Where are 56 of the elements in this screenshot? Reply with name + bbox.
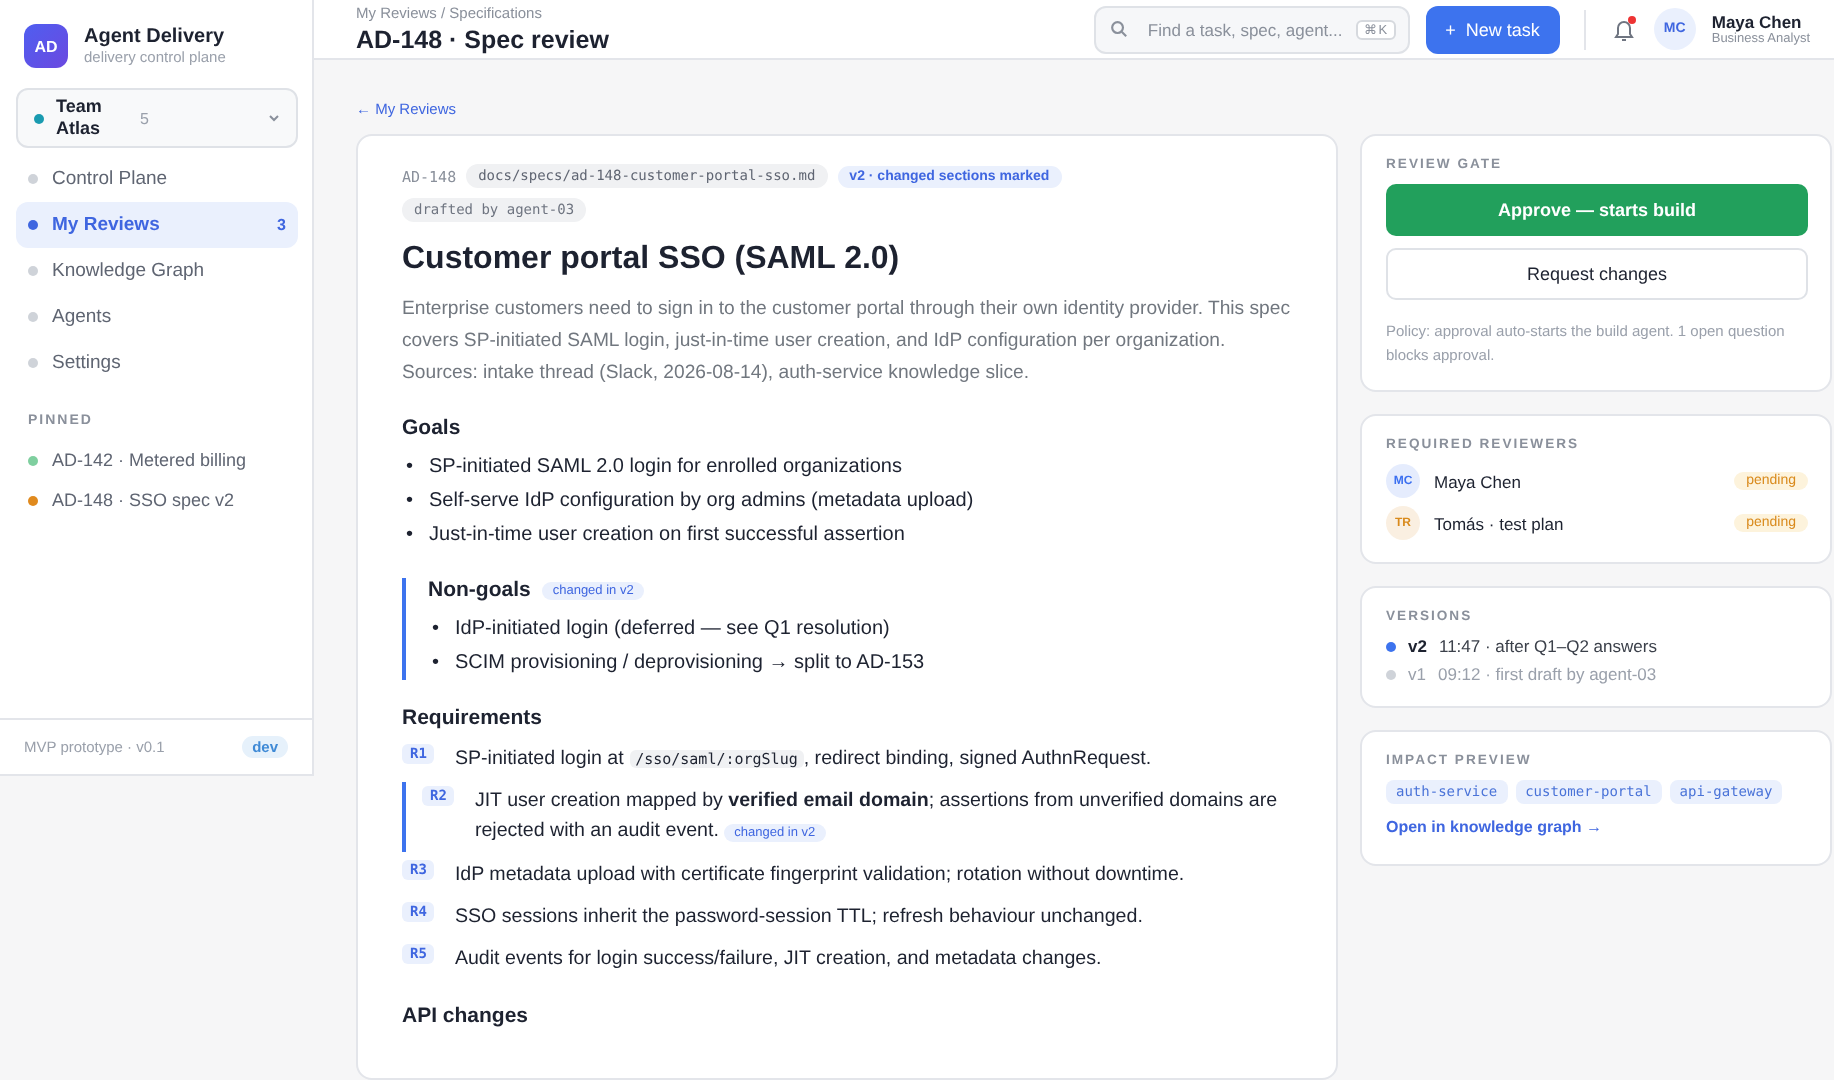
team-selector[interactable]: Team Atlas 5 <box>16 88 298 148</box>
bullet: • <box>432 616 440 644</box>
nav-item[interactable]: Control Plane <box>16 156 298 202</box>
bullet: • <box>406 522 414 550</box>
notifications-icon[interactable] <box>1609 15 1638 43</box>
requirement-text: IdP metadata upload with certificate fingerprint validation; rotation without downtime. <box>454 862 1185 890</box>
nav-label: Settings <box>52 352 121 374</box>
user-name: Maya Chen <box>1711 12 1804 32</box>
caret-icon <box>268 114 280 122</box>
pinned-item[interactable]: AD-142 · Metered billing <box>16 440 298 480</box>
nav-dot-icon <box>28 358 38 368</box>
approve-button[interactable]: Approve — starts build <box>1386 184 1808 236</box>
list-item: Just-in-time user creation on first successful assertion <box>429 522 905 550</box>
bullet: • <box>406 454 414 482</box>
nav-item[interactable]: Agents <box>16 294 298 340</box>
list-item: SP-initiated SAML 2.0 login for enrolled organizations <box>429 454 902 482</box>
list-item: Self-serve IdP configuration by org admins (metadata upload) <box>429 488 974 516</box>
spec-intro: Enterprise customers need to sign in to the customer portal through their own identity provider. This spec covers SP-initiated SAML login, just-in-time user creation, and IdP configuration per organization. Sources: intake thread (Slack, 2026-08-14), auth-service knowledge slice. <box>402 296 1292 388</box>
version-item[interactable]: v2 11:47 · after Q1–Q2 answers <box>1386 636 1808 656</box>
nav-label: My Reviews <box>52 214 160 236</box>
nav-count: 3 <box>277 216 286 234</box>
section-heading: Non-goals <box>428 578 531 602</box>
page-title: AD-148 · Spec review <box>356 26 609 54</box>
nav-dot-icon <box>28 174 38 184</box>
app-logo: AD <box>24 24 68 68</box>
nav-item[interactable]: Settings <box>16 340 298 386</box>
spec-title: Customer portal SSO (SAML 2.0) <box>402 242 902 278</box>
section-heading: Goals <box>402 416 461 440</box>
section-heading: Requirements <box>402 706 543 730</box>
nav-dot-icon <box>28 266 38 276</box>
knowledge-graph-link[interactable]: Open in knowledge graph → <box>1386 818 1603 836</box>
nav-label: Control Plane <box>52 168 168 190</box>
search-icon <box>1109 20 1128 38</box>
nav-item[interactable]: My Reviews 3 <box>16 202 298 248</box>
nav-item[interactable]: Knowledge Graph <box>16 248 298 294</box>
reviewer-name: Maya Chen <box>1434 471 1523 491</box>
nav-dot-icon <box>28 312 38 322</box>
new-task-button[interactable]: + New task <box>1425 5 1560 53</box>
list-item: IdP-initiated login (deferred — see Q1 resolution) <box>455 616 890 644</box>
pinned-label: AD-142 · Metered billing <box>52 450 247 470</box>
request-changes-button[interactable]: Request changes <box>1386 248 1808 300</box>
team-name: Team Atlas <box>56 96 104 140</box>
app-name: Agent Delivery <box>84 26 226 48</box>
bullet: • <box>432 650 440 678</box>
requirement-text: SSO sessions inherit the password-session TTL; refresh behaviour unchanged. <box>454 904 1143 932</box>
section-heading: API changes <box>402 1004 529 1028</box>
reviewer-name: Tomás · test plan <box>1434 513 1566 533</box>
nav-label: Knowledge Graph <box>52 260 205 282</box>
pinned-item[interactable]: AD-148 · SSO spec v2 <box>16 480 298 520</box>
nav-label: Agents <box>52 306 112 328</box>
team-count: 5 <box>140 109 151 127</box>
list-item: SCIM provisioning / deprovisioning → split to AD-153 <box>455 650 925 678</box>
bullet: • <box>406 488 414 516</box>
requirement-text: Audit events for login success/failure, JIT creation, and metadata changes. <box>454 946 1102 974</box>
nav-dot-icon <box>28 220 38 230</box>
pinned-label: AD-148 · SSO spec v2 <box>52 490 235 510</box>
